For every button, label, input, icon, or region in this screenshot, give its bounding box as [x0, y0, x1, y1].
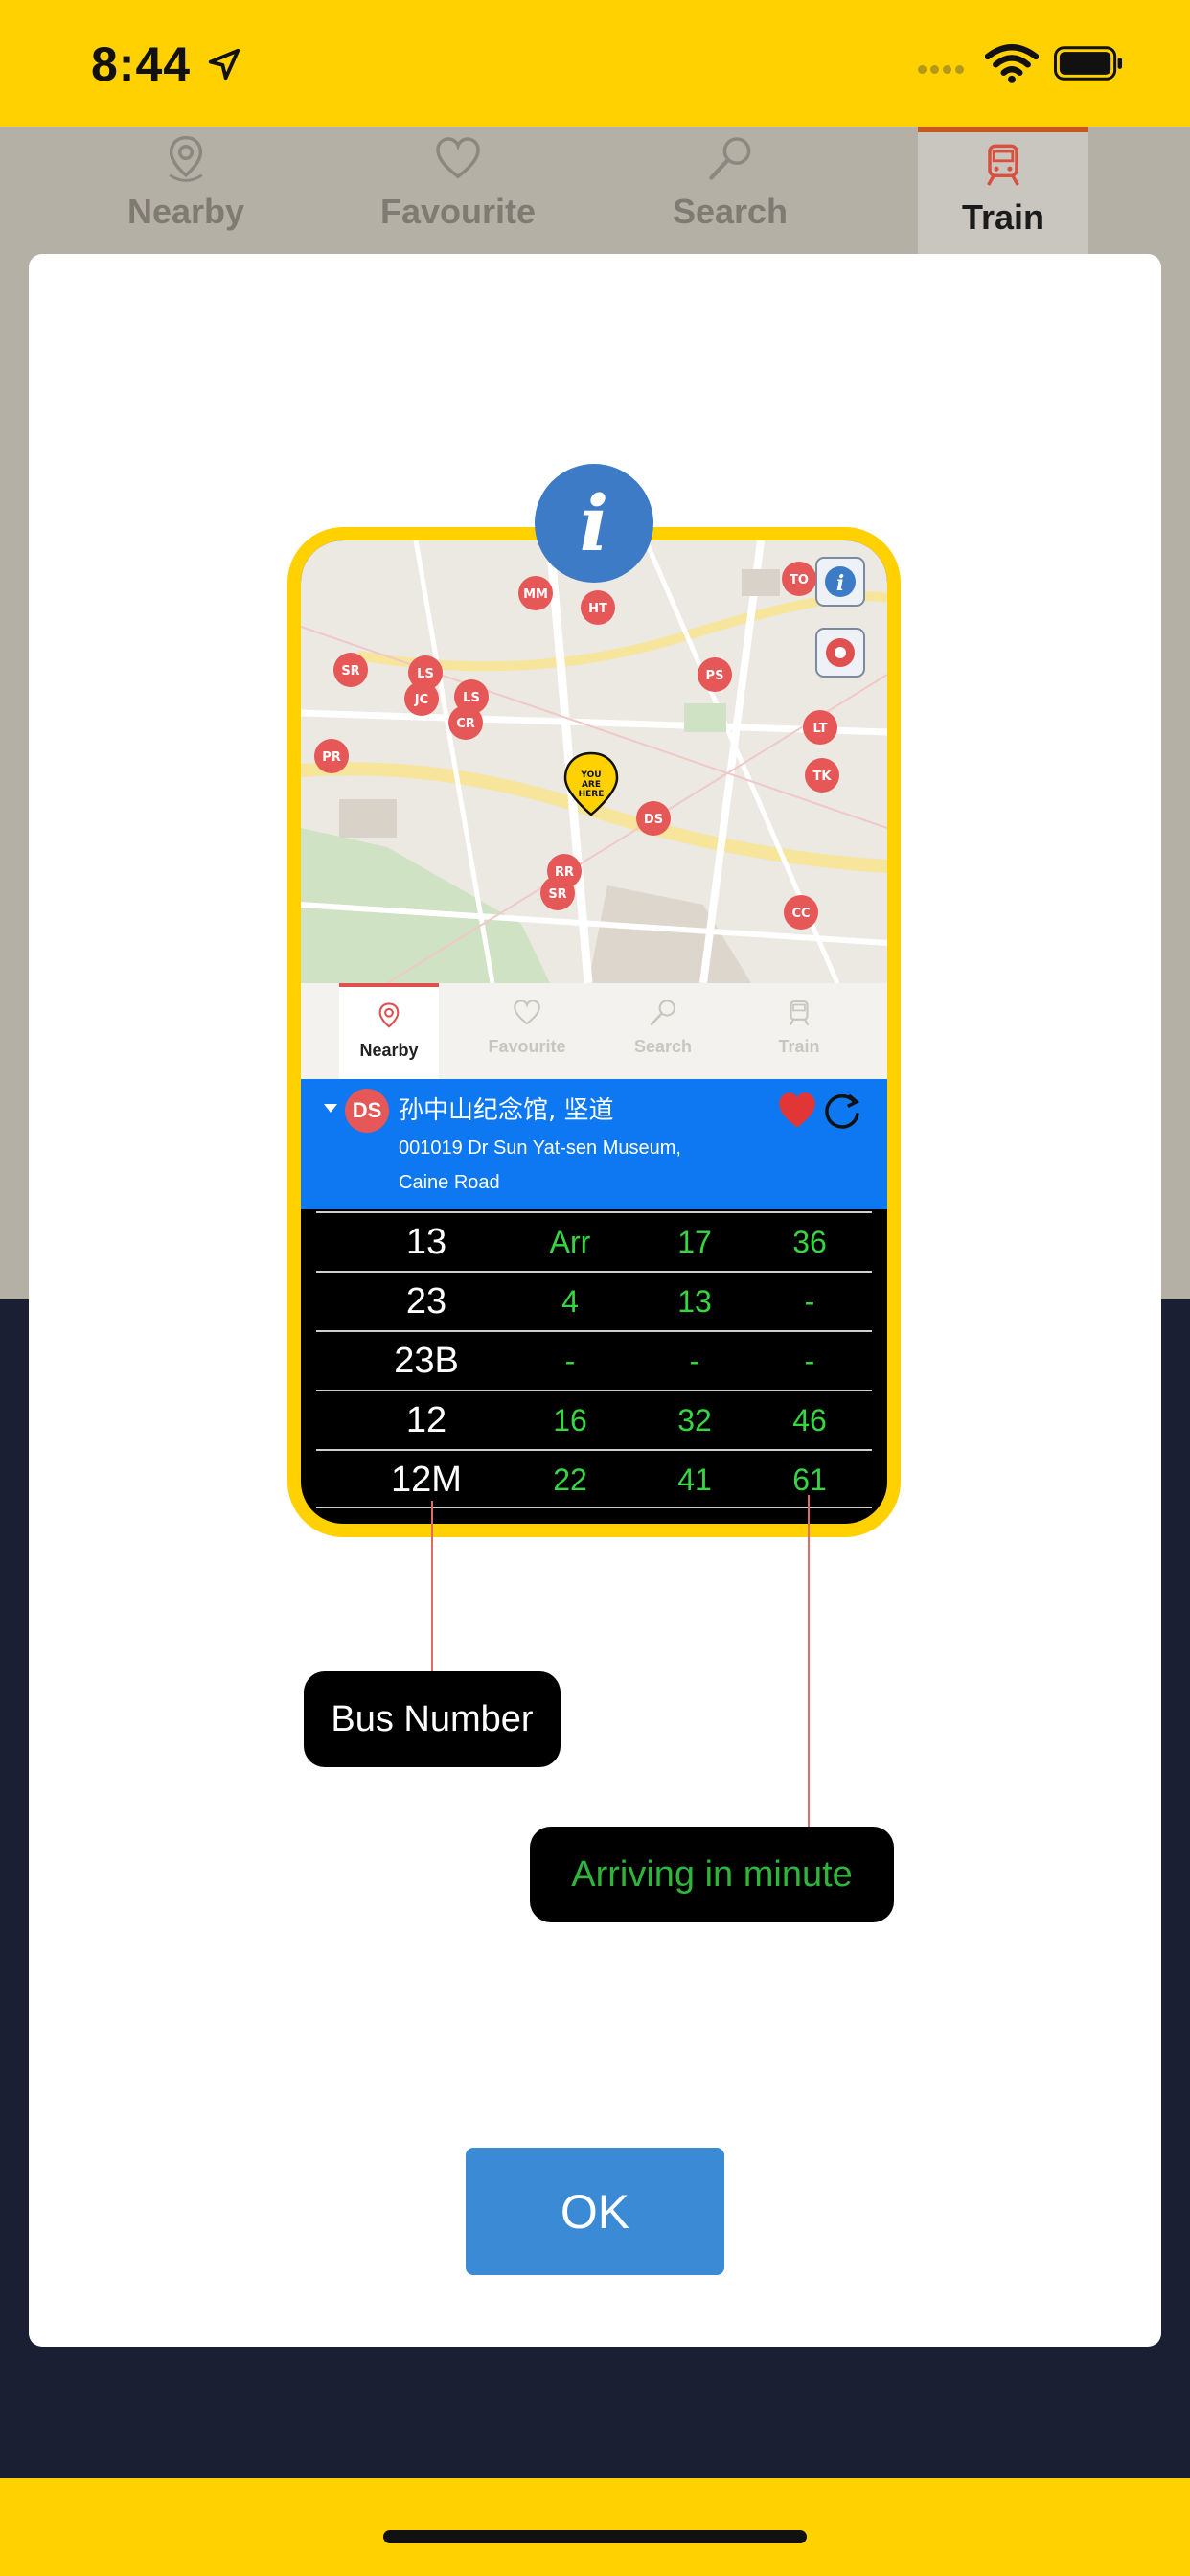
route-number: 12 [405, 1400, 447, 1440]
tab-bar: Nearby Favourite Search Train [0, 126, 1190, 261]
map-marker: JC [414, 693, 428, 707]
battery-icon [1054, 46, 1123, 80]
arriving-leader-line [808, 1495, 810, 1827]
eta-minutes: 46 [792, 1403, 827, 1438]
chevron-down-icon [324, 1104, 337, 1113]
tab-train[interactable]: Train [918, 126, 1088, 261]
map-marker: PS [706, 669, 724, 683]
illustration-tab-train: Train [749, 983, 849, 1079]
train-icon [789, 1000, 810, 1026]
search-icon [709, 137, 751, 180]
route-number: 12M [391, 1460, 462, 1500]
map-marker: TO [790, 573, 809, 587]
tab-nearby[interactable]: Nearby [80, 126, 291, 255]
location-pin-icon [378, 1002, 400, 1028]
cellular-signal-icon [918, 61, 968, 79]
eta-minutes: 17 [677, 1225, 712, 1259]
tab-search[interactable]: Search [625, 126, 835, 255]
tutorial-phone-illustration: i MM HT TO SR LS JC LS CR PS PR LT TK DS… [287, 527, 901, 1537]
eta-minutes: 22 [553, 1462, 587, 1497]
eta-table: 13 Arr 17 36 23 4 13 - 23B - - - 12 16 3… [316, 1211, 872, 1508]
illustration-tab-search: Search [613, 983, 713, 1079]
illustration-tab-favourite: Favourite [477, 983, 577, 1079]
illustration-stop-header: DS 孙中山纪念馆, 坚道 001019 Dr Sun Yat-sen Muse… [301, 1079, 887, 1209]
eta-minutes: 36 [792, 1225, 827, 1259]
map-marker: CC [791, 907, 810, 921]
heart-icon [779, 1092, 815, 1128]
route-number: 23B [394, 1341, 459, 1381]
bus-number-leader-line [431, 1501, 433, 1671]
illustration-tab-nearby: Nearby [339, 983, 439, 1083]
search-icon [650, 1000, 675, 1026]
eta-minutes: 32 [677, 1403, 712, 1438]
svg-text:YOU: YOU [580, 770, 601, 780]
bottom-bar [0, 2478, 1190, 2576]
location-pin-icon [169, 135, 203, 182]
map-marker: LT [813, 722, 828, 736]
map-marker: LS [463, 691, 480, 705]
info-icon: i [535, 464, 653, 583]
eta-minutes: 16 [553, 1403, 587, 1438]
map-marker: LS [417, 667, 434, 681]
map-marker: MM [523, 587, 548, 602]
map-marker: SR [341, 664, 359, 678]
tab-favourite[interactable]: Favourite [353, 126, 563, 255]
stop-code-badge: DS [345, 1089, 389, 1133]
svg-text:ARE: ARE [582, 780, 601, 790]
eta-minutes: - [804, 1344, 815, 1378]
map-illustration: i MM HT TO SR LS JC LS CR PS PR LT TK DS… [301, 540, 887, 983]
svg-text:HERE: HERE [579, 790, 605, 799]
eta-minutes: 4 [561, 1284, 579, 1319]
table-row: 12M 22 41 61 [316, 1449, 872, 1508]
eta-minutes: Arr [549, 1225, 591, 1259]
illustration-tab-bar: Nearby Favourite Search Train [301, 983, 887, 1083]
bus-number-callout: Bus Number [304, 1671, 561, 1767]
train-icon [987, 144, 1019, 186]
eta-minutes: 61 [792, 1462, 827, 1497]
table-row: 13 Arr 17 36 [316, 1211, 872, 1271]
eta-minutes: 13 [677, 1284, 712, 1319]
wifi-icon [985, 44, 1039, 83]
map-marker: CR [456, 717, 475, 731]
refresh-icon [825, 1093, 860, 1129]
map-marker: HT [588, 602, 607, 616]
home-indicator[interactable] [383, 2530, 807, 2543]
eta-minutes: - [564, 1344, 576, 1378]
heart-icon [436, 137, 480, 179]
status-time: 8:44 [91, 37, 192, 91]
eta-minutes: - [804, 1284, 815, 1319]
table-row: 23 4 13 - [316, 1271, 872, 1330]
heart-icon [514, 1000, 540, 1025]
map-marker: DS [644, 813, 663, 827]
table-row: 23B - - - [316, 1330, 872, 1390]
stop-name: 孙中山纪念馆, 坚道 [399, 1096, 614, 1125]
ok-button[interactable]: OK [466, 2148, 724, 2275]
map-marker: PR [322, 750, 341, 765]
route-number: 23 [405, 1281, 447, 1322]
svg-text:i: i [836, 571, 844, 596]
stop-address: 001019 Dr Sun Yat-sen Museum, Caine Road [399, 1138, 681, 1193]
status-bar: 8:44 [0, 0, 1190, 126]
eta-minutes: 41 [677, 1462, 712, 1497]
table-row: 12 16 32 46 [316, 1390, 872, 1449]
route-number: 13 [405, 1222, 447, 1262]
eta-minutes: - [689, 1344, 700, 1378]
map-marker: SR [548, 887, 566, 902]
map-marker: TK [813, 770, 833, 784]
arriving-callout: Arriving in minute [530, 1827, 894, 1922]
location-arrow-icon [208, 48, 240, 80]
